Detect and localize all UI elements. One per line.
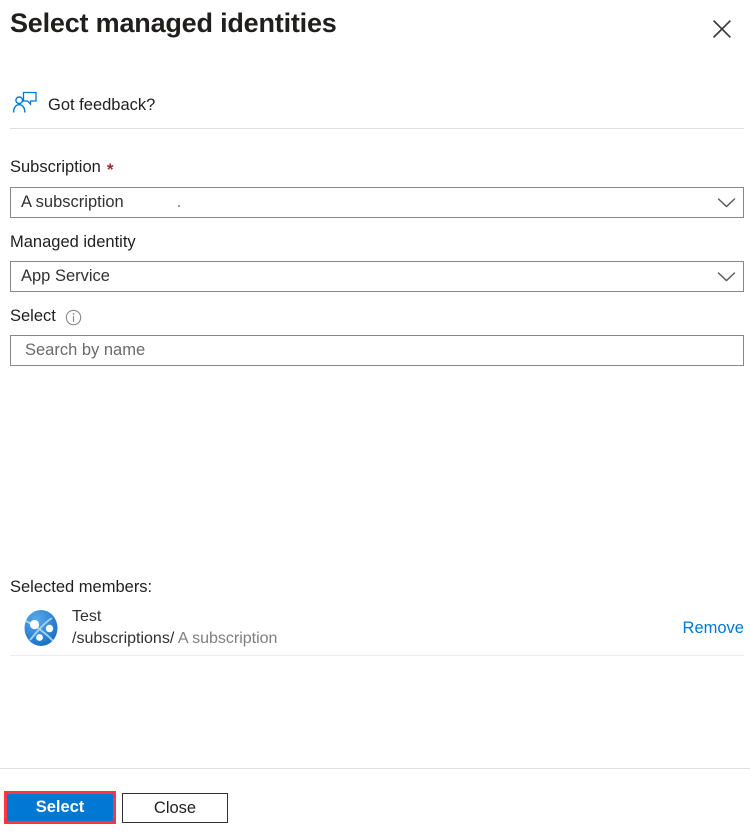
- chevron-down-icon: [709, 271, 743, 283]
- info-icon[interactable]: [65, 309, 82, 326]
- selected-member-text: Test /subscriptions/ A subscription: [72, 607, 677, 649]
- selected-member-path-suffix: A subscription: [174, 630, 278, 647]
- select-label: Select: [10, 307, 82, 326]
- select-label-text: Select: [10, 307, 56, 325]
- member-row-divider: [10, 655, 744, 656]
- selected-member-name: Test: [72, 608, 102, 625]
- close-button[interactable]: [705, 12, 739, 46]
- selected-member-path-prefix: /subscriptions/: [72, 630, 175, 647]
- managed-identity-dropdown[interactable]: App Service: [10, 261, 744, 292]
- close-dialog-button[interactable]: Close: [122, 793, 228, 823]
- managed-identity-avatar-icon: [22, 609, 60, 647]
- feedback-person-icon: [12, 91, 38, 120]
- search-input-placeholder: Search by name: [25, 341, 146, 359]
- subscription-label-text: Subscription: [10, 158, 101, 176]
- search-input[interactable]: Search by name: [10, 335, 744, 366]
- got-feedback-link[interactable]: Got feedback?: [12, 90, 155, 120]
- cursor-artifact: [178, 205, 180, 207]
- selected-members-heading: Selected members:: [10, 578, 153, 596]
- managed-identity-label-text: Managed identity: [10, 233, 136, 251]
- subscription-dropdown[interactable]: A subscription: [10, 187, 744, 218]
- chevron-down-icon: [709, 197, 743, 209]
- footer-actions: Select: [0, 769, 750, 835]
- subscription-label: Subscription *: [10, 158, 114, 179]
- close-icon: [712, 19, 732, 39]
- required-asterisk: *: [106, 160, 114, 179]
- subscription-selected-value: A subscription: [21, 193, 124, 211]
- select-button[interactable]: Select: [7, 794, 113, 821]
- managed-identity-label: Managed identity: [10, 233, 136, 252]
- got-feedback-label: Got feedback?: [48, 95, 156, 114]
- header-divider: [10, 128, 744, 129]
- dialog-header: Select managed identities: [0, 0, 750, 62]
- selected-member-row: Test /subscriptions/ A subscription Remo…: [10, 602, 744, 654]
- page-title: Select managed identities: [10, 8, 337, 38]
- selected-member-path: /subscriptions/ A subscription: [72, 628, 677, 649]
- managed-identity-selected-value: App Service: [21, 267, 110, 285]
- remove-member-button[interactable]: Remove: [677, 618, 744, 639]
